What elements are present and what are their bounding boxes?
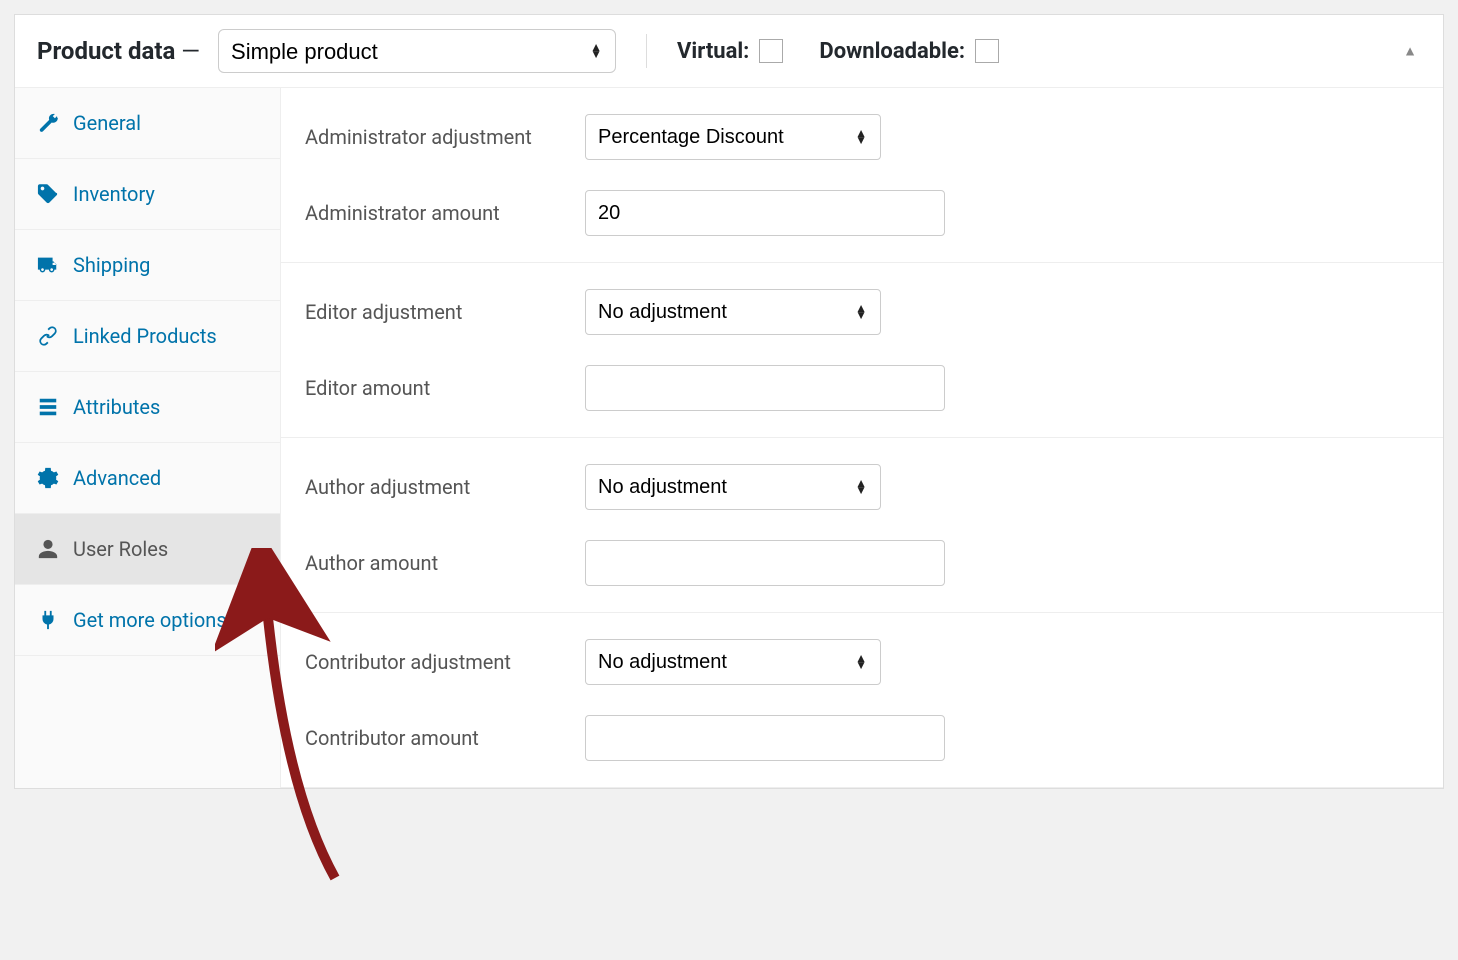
tab-label: Linked Products (73, 323, 258, 349)
adjustment-select[interactable]: No adjustment (585, 289, 881, 335)
tab-content: Administrator adjustmentPercentage Disco… (281, 88, 1443, 788)
adjustment-label: Editor adjustment (305, 300, 585, 324)
field-control: No adjustment▲▼ (585, 289, 881, 335)
role-group-editor: Editor adjustmentNo adjustment▲▼Editor a… (281, 263, 1443, 438)
product-type-select[interactable]: Simple product (218, 29, 616, 73)
amount-label: Contributor amount (305, 726, 585, 750)
tab-shipping[interactable]: Shipping (15, 230, 280, 301)
collapse-icon[interactable]: ▲ (1403, 43, 1417, 60)
amount-label: Editor amount (305, 376, 585, 400)
panel-header: Product data — Simple product ▲▼ Virtual… (15, 15, 1443, 88)
field-row: Administrator amount (305, 190, 1443, 236)
truck-icon (37, 254, 59, 276)
field-control: Percentage Discount▲▼ (585, 114, 881, 160)
field-row: Contributor amount (305, 715, 1443, 761)
adjustment-label: Contributor adjustment (305, 650, 585, 674)
tab-user_roles[interactable]: User Roles (15, 514, 280, 585)
virtual-checkbox[interactable] (759, 39, 783, 63)
vertical-divider (646, 34, 647, 68)
amount-input[interactable] (585, 715, 945, 761)
tab-label: Attributes (73, 394, 258, 420)
list-icon (37, 396, 59, 418)
amount-input[interactable] (585, 365, 945, 411)
tabs-sidebar: General Inventory Shipping Linked Products A… (15, 88, 281, 788)
field-control (585, 365, 945, 411)
field-row: Author adjustmentNo adjustment▲▼ (305, 464, 1443, 510)
downloadable-label: Downloadable: (819, 39, 965, 64)
role-group-administrator: Administrator adjustmentPercentage Disco… (281, 88, 1443, 263)
virtual-label: Virtual: (677, 39, 749, 64)
product-type-select-wrap: Simple product ▲▼ (218, 29, 616, 73)
tab-linked[interactable]: Linked Products (15, 301, 280, 372)
panel-body: General Inventory Shipping Linked Products A… (15, 88, 1443, 788)
wrench-icon (37, 112, 59, 134)
field-row: Editor amount (305, 365, 1443, 411)
downloadable-checkbox-group: Downloadable: (819, 39, 999, 64)
adjustment-label: Administrator adjustment (305, 125, 585, 149)
panel-title-dash: — (181, 37, 200, 65)
amount-label: Administrator amount (305, 201, 585, 225)
role-group-author: Author adjustmentNo adjustment▲▼Author a… (281, 438, 1443, 613)
field-control (585, 190, 945, 236)
tab-label: General (73, 110, 258, 136)
field-row: Author amount (305, 540, 1443, 586)
tab-advanced[interactable]: Advanced (15, 443, 280, 514)
amount-label: Author amount (305, 551, 585, 575)
downloadable-checkbox[interactable] (975, 39, 999, 63)
adjustment-select[interactable]: Percentage Discount (585, 114, 881, 160)
field-control: No adjustment▲▼ (585, 464, 881, 510)
tab-label: Inventory (73, 181, 258, 207)
adjustment-select[interactable]: No adjustment (585, 464, 881, 510)
field-row: Editor adjustmentNo adjustment▲▼ (305, 289, 1443, 335)
tag-icon (37, 183, 59, 205)
tab-attributes[interactable]: Attributes (15, 372, 280, 443)
tab-inventory[interactable]: Inventory (15, 159, 280, 230)
product-data-panel: Product data — Simple product ▲▼ Virtual… (14, 14, 1444, 789)
tab-label: Shipping (73, 252, 258, 278)
field-control (585, 715, 945, 761)
select-wrap: No adjustment▲▼ (585, 464, 881, 510)
panel-title: Product data — (37, 37, 200, 65)
adjustment-label: Author adjustment (305, 475, 585, 499)
gear-icon (37, 467, 59, 489)
plug-icon (37, 609, 59, 631)
tab-get_more[interactable]: Get more options (15, 585, 280, 656)
field-control: No adjustment▲▼ (585, 639, 881, 685)
amount-input[interactable] (585, 540, 945, 586)
field-row: Administrator adjustmentPercentage Disco… (305, 114, 1443, 160)
field-control (585, 540, 945, 586)
tab-label: Advanced (73, 465, 258, 491)
tab-general[interactable]: General (15, 88, 280, 159)
tab-label: Get more options (73, 607, 258, 633)
role-group-contributor: Contributor adjustmentNo adjustment▲▼Con… (281, 613, 1443, 788)
link-icon (37, 325, 59, 347)
select-wrap: No adjustment▲▼ (585, 289, 881, 335)
panel-title-text: Product data (37, 37, 175, 65)
virtual-checkbox-group: Virtual: (677, 39, 783, 64)
select-wrap: Percentage Discount▲▼ (585, 114, 881, 160)
adjustment-select[interactable]: No adjustment (585, 639, 881, 685)
tab-label: User Roles (73, 536, 258, 562)
field-row: Contributor adjustmentNo adjustment▲▼ (305, 639, 1443, 685)
user-icon (37, 538, 59, 560)
select-wrap: No adjustment▲▼ (585, 639, 881, 685)
amount-input[interactable] (585, 190, 945, 236)
